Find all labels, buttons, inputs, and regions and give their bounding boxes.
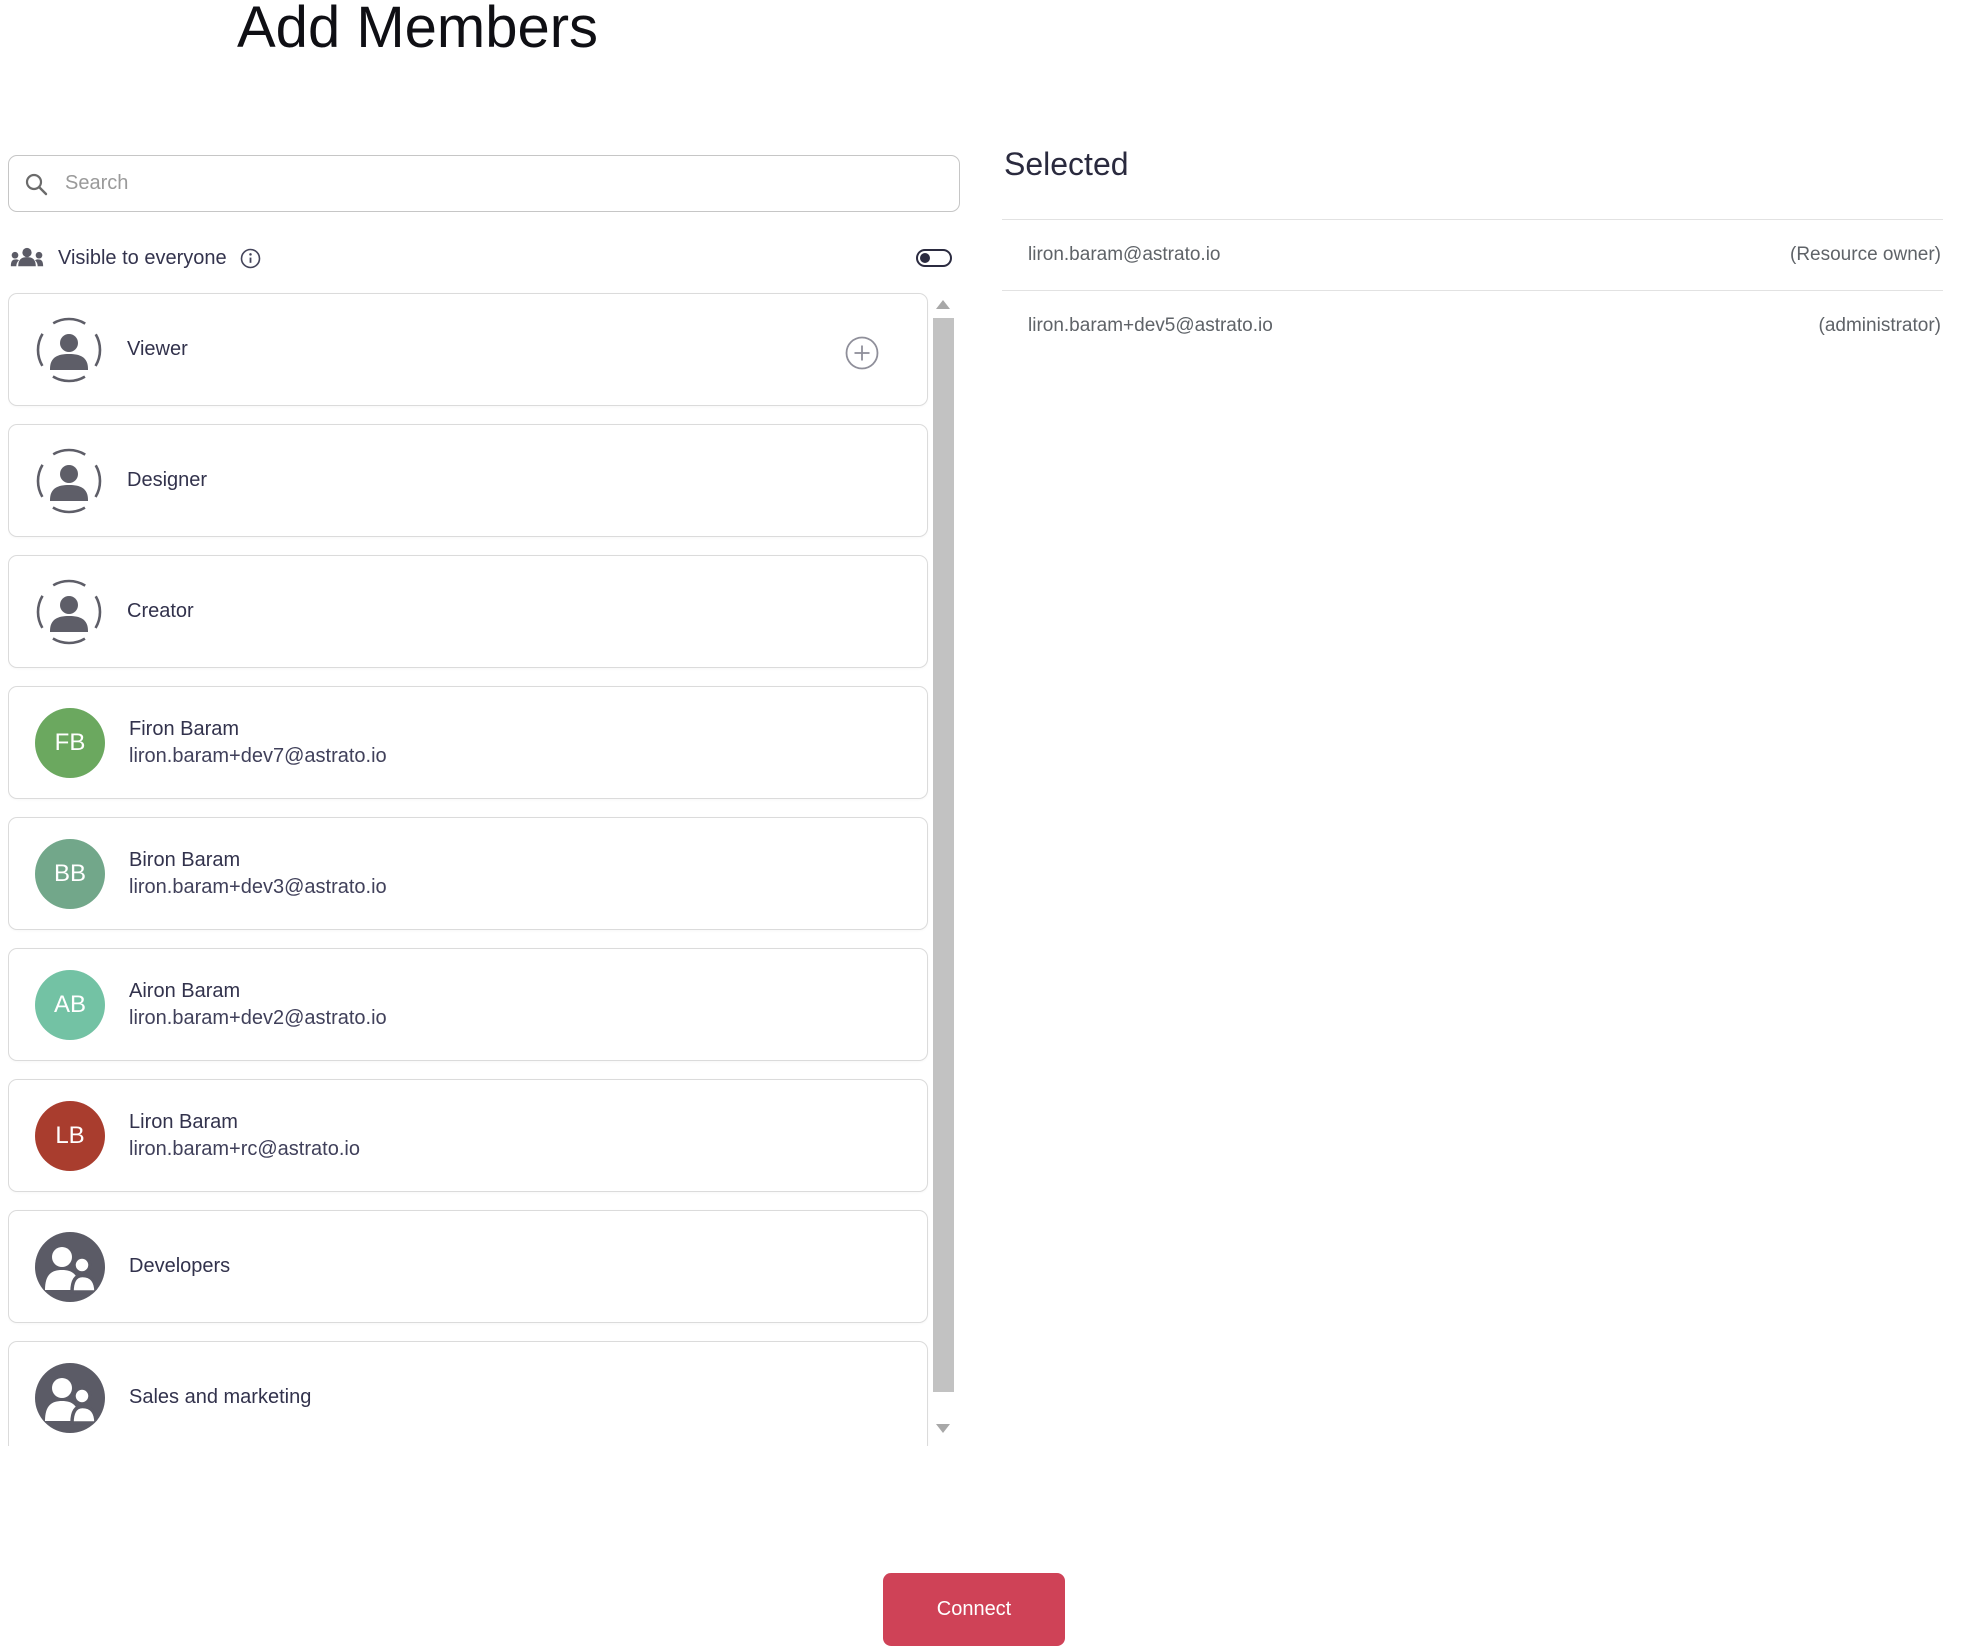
scroll-up-icon[interactable] <box>936 300 950 309</box>
selected-email: liron.baram+dev5@astrato.io <box>1028 315 1273 336</box>
person-dashed-circle-icon <box>36 448 102 513</box>
list-item-user[interactable]: BB Biron Baram liron.baram+dev3@astrato.… <box>8 817 928 930</box>
search-icon <box>25 173 48 195</box>
selected-role: (administrator) <box>1818 315 1941 336</box>
role-label: Designer <box>127 469 208 491</box>
scrollbar-thumb[interactable] <box>933 318 954 1392</box>
selected-role: (Resource owner) <box>1790 244 1941 265</box>
list-item-group[interactable]: Developers <box>8 1210 928 1323</box>
visibility-label: Visible to everyone <box>58 246 227 269</box>
user-name: Biron Baram <box>129 848 241 871</box>
members-list: Viewer Designer Creator FB Firon Baram l… <box>8 288 955 1446</box>
user-name: Airon Baram <box>129 979 241 1002</box>
list-item-group[interactable]: Sales and marketing <box>8 1341 928 1446</box>
group-label: Developers <box>129 1255 231 1277</box>
selected-heading: Selected <box>1004 146 1129 182</box>
group-label: Sales and marketing <box>129 1386 312 1408</box>
toggle-knob <box>920 253 930 263</box>
scroll-down-icon[interactable] <box>936 1424 950 1433</box>
user-name: Firon Baram <box>129 717 240 740</box>
avatar: AB <box>35 969 105 1040</box>
role-label: Viewer <box>127 338 188 360</box>
scrollbar[interactable] <box>932 288 955 1446</box>
user-email: liron.baram+dev2@astrato.io <box>129 1006 387 1029</box>
info-icon[interactable] <box>240 248 261 269</box>
person-dashed-circle-icon <box>36 579 102 644</box>
user-email: liron.baram+dev3@astrato.io <box>129 875 387 898</box>
list-item-viewer[interactable]: Viewer <box>8 293 928 406</box>
list-item-creator[interactable]: Creator <box>8 555 928 668</box>
avatar: BB <box>35 838 105 909</box>
search-box[interactable] <box>8 155 960 212</box>
selected-row: liron.baram+dev5@astrato.io (administrat… <box>1002 290 1943 361</box>
people-group-icon <box>35 1232 105 1302</box>
list-item-user[interactable]: AB Airon Baram liron.baram+dev2@astrato.… <box>8 948 928 1061</box>
search-input[interactable] <box>63 171 945 196</box>
avatar: LB <box>35 1100 105 1171</box>
user-name: Liron Baram <box>129 1110 238 1133</box>
user-email: liron.baram+dev7@astrato.io <box>129 744 387 767</box>
selected-email: liron.baram@astrato.io <box>1028 244 1221 265</box>
people-group-icon <box>35 1363 105 1433</box>
list-item-user[interactable]: LB Liron Baram liron.baram+rc@astrato.io <box>8 1079 928 1192</box>
visibility-toggle[interactable] <box>916 249 952 267</box>
user-email: liron.baram+rc@astrato.io <box>129 1137 360 1160</box>
list-item-user[interactable]: FB Firon Baram liron.baram+dev7@astrato.… <box>8 686 928 799</box>
connect-button[interactable]: Connect <box>883 1573 1065 1646</box>
role-label: Creator <box>127 600 194 622</box>
add-icon[interactable] <box>845 336 879 370</box>
avatar: FB <box>35 707 105 778</box>
list-item-designer[interactable]: Designer <box>8 424 928 537</box>
selected-row: liron.baram@astrato.io (Resource owner) <box>1002 219 1943 290</box>
visibility-row: Visible to everyone <box>10 241 960 275</box>
page-title: Add Members <box>237 0 599 60</box>
person-dashed-circle-icon <box>36 317 102 382</box>
groups-icon <box>10 247 44 267</box>
